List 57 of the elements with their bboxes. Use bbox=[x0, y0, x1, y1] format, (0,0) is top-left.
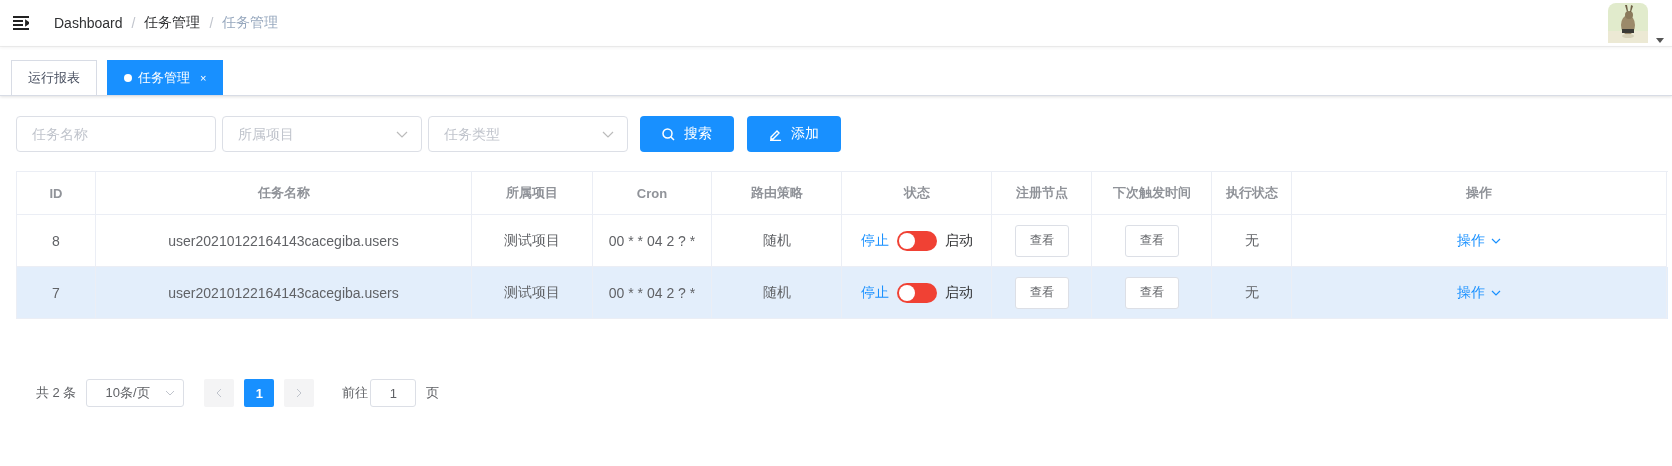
switch-label[interactable]: 启动 bbox=[944, 231, 973, 250]
switch-label[interactable]: 停止 bbox=[860, 231, 889, 250]
toggle-switch[interactable] bbox=[896, 282, 937, 303]
table-cell: 00 * * 04 2 ? * bbox=[608, 232, 696, 249]
table-cell: 测试项目 bbox=[504, 231, 560, 250]
column-header: 状态 bbox=[842, 172, 992, 215]
table-cell: 7 bbox=[52, 284, 60, 301]
column-header: 任务名称 bbox=[96, 172, 472, 215]
total-count: 共 2 条 bbox=[36, 384, 77, 402]
input-field[interactable]: 任务名称 bbox=[16, 116, 216, 152]
column-header: ID bbox=[17, 172, 96, 215]
table-cell: 随机 bbox=[762, 231, 791, 250]
tab[interactable]: 运行报表 bbox=[11, 60, 97, 95]
table-row[interactable]: 7 user20210122164143cacegiba.users 测试项目 00 * * 04 2 ? * 随机 停止 启动 查看 查看 无 操作 bbox=[17, 267, 1668, 319]
page-suffix: 页 bbox=[426, 384, 440, 402]
page-size-select[interactable]: 10条/页 bbox=[86, 379, 185, 407]
column-header: Cron bbox=[593, 172, 712, 215]
breadcrumb-item[interactable]: 任务管理 bbox=[144, 14, 201, 32]
chevron-down-icon bbox=[602, 131, 614, 138]
table-cell: user20210122164143cacegiba.users bbox=[168, 284, 399, 301]
chevron-down-icon bbox=[1491, 237, 1501, 244]
column-header: 路由策略 bbox=[712, 172, 842, 215]
goto-label: 前往 bbox=[342, 384, 369, 402]
table-cell: user20210122164143cacegiba.users bbox=[168, 232, 399, 249]
search-icon bbox=[662, 127, 675, 141]
column-header: 操作 bbox=[1292, 172, 1667, 215]
chevron-down-icon bbox=[165, 390, 176, 396]
breadcrumb-separator: / bbox=[209, 15, 214, 31]
column-header: 下次触发时间 bbox=[1092, 172, 1212, 215]
dot-icon bbox=[124, 74, 132, 82]
switch-label[interactable]: 启动 bbox=[944, 283, 973, 302]
table-cell: 无 bbox=[1244, 231, 1259, 250]
column-header: 执行状态 bbox=[1212, 172, 1292, 215]
chevron-down-icon bbox=[396, 131, 408, 138]
table-cell: 测试项目 bbox=[504, 283, 560, 302]
view-button[interactable]: 查看 bbox=[1124, 224, 1179, 257]
page-input[interactable]: 1 bbox=[370, 379, 417, 407]
table-cell: 无 bbox=[1244, 283, 1259, 302]
breadcrumb-item: 任务管理 bbox=[222, 14, 279, 32]
view-button[interactable]: 查看 bbox=[1014, 276, 1069, 309]
caret-icon[interactable] bbox=[1656, 38, 1664, 43]
table-cell: 00 * * 04 2 ? * bbox=[608, 284, 696, 301]
column-header: 所属项目 bbox=[472, 172, 593, 215]
table-cell: 随机 bbox=[762, 283, 791, 302]
view-button[interactable]: 查看 bbox=[1124, 276, 1179, 309]
chevron-down-icon bbox=[1491, 289, 1501, 296]
menu-icon[interactable] bbox=[13, 16, 29, 30]
breadcrumb-item[interactable]: Dashboard bbox=[54, 15, 123, 31]
chevron-left-icon bbox=[216, 388, 223, 398]
column-header: 注册节点 bbox=[992, 172, 1092, 215]
breadcrumb-separator: / bbox=[131, 15, 136, 31]
chevron-right-icon bbox=[296, 388, 303, 398]
select-field[interactable]: 任务类型 bbox=[428, 116, 628, 152]
select-field[interactable]: 所属项目 bbox=[222, 116, 422, 152]
table-cell: 8 bbox=[52, 232, 60, 249]
toggle-switch[interactable] bbox=[896, 230, 937, 251]
view-button[interactable]: 查看 bbox=[1014, 224, 1069, 257]
